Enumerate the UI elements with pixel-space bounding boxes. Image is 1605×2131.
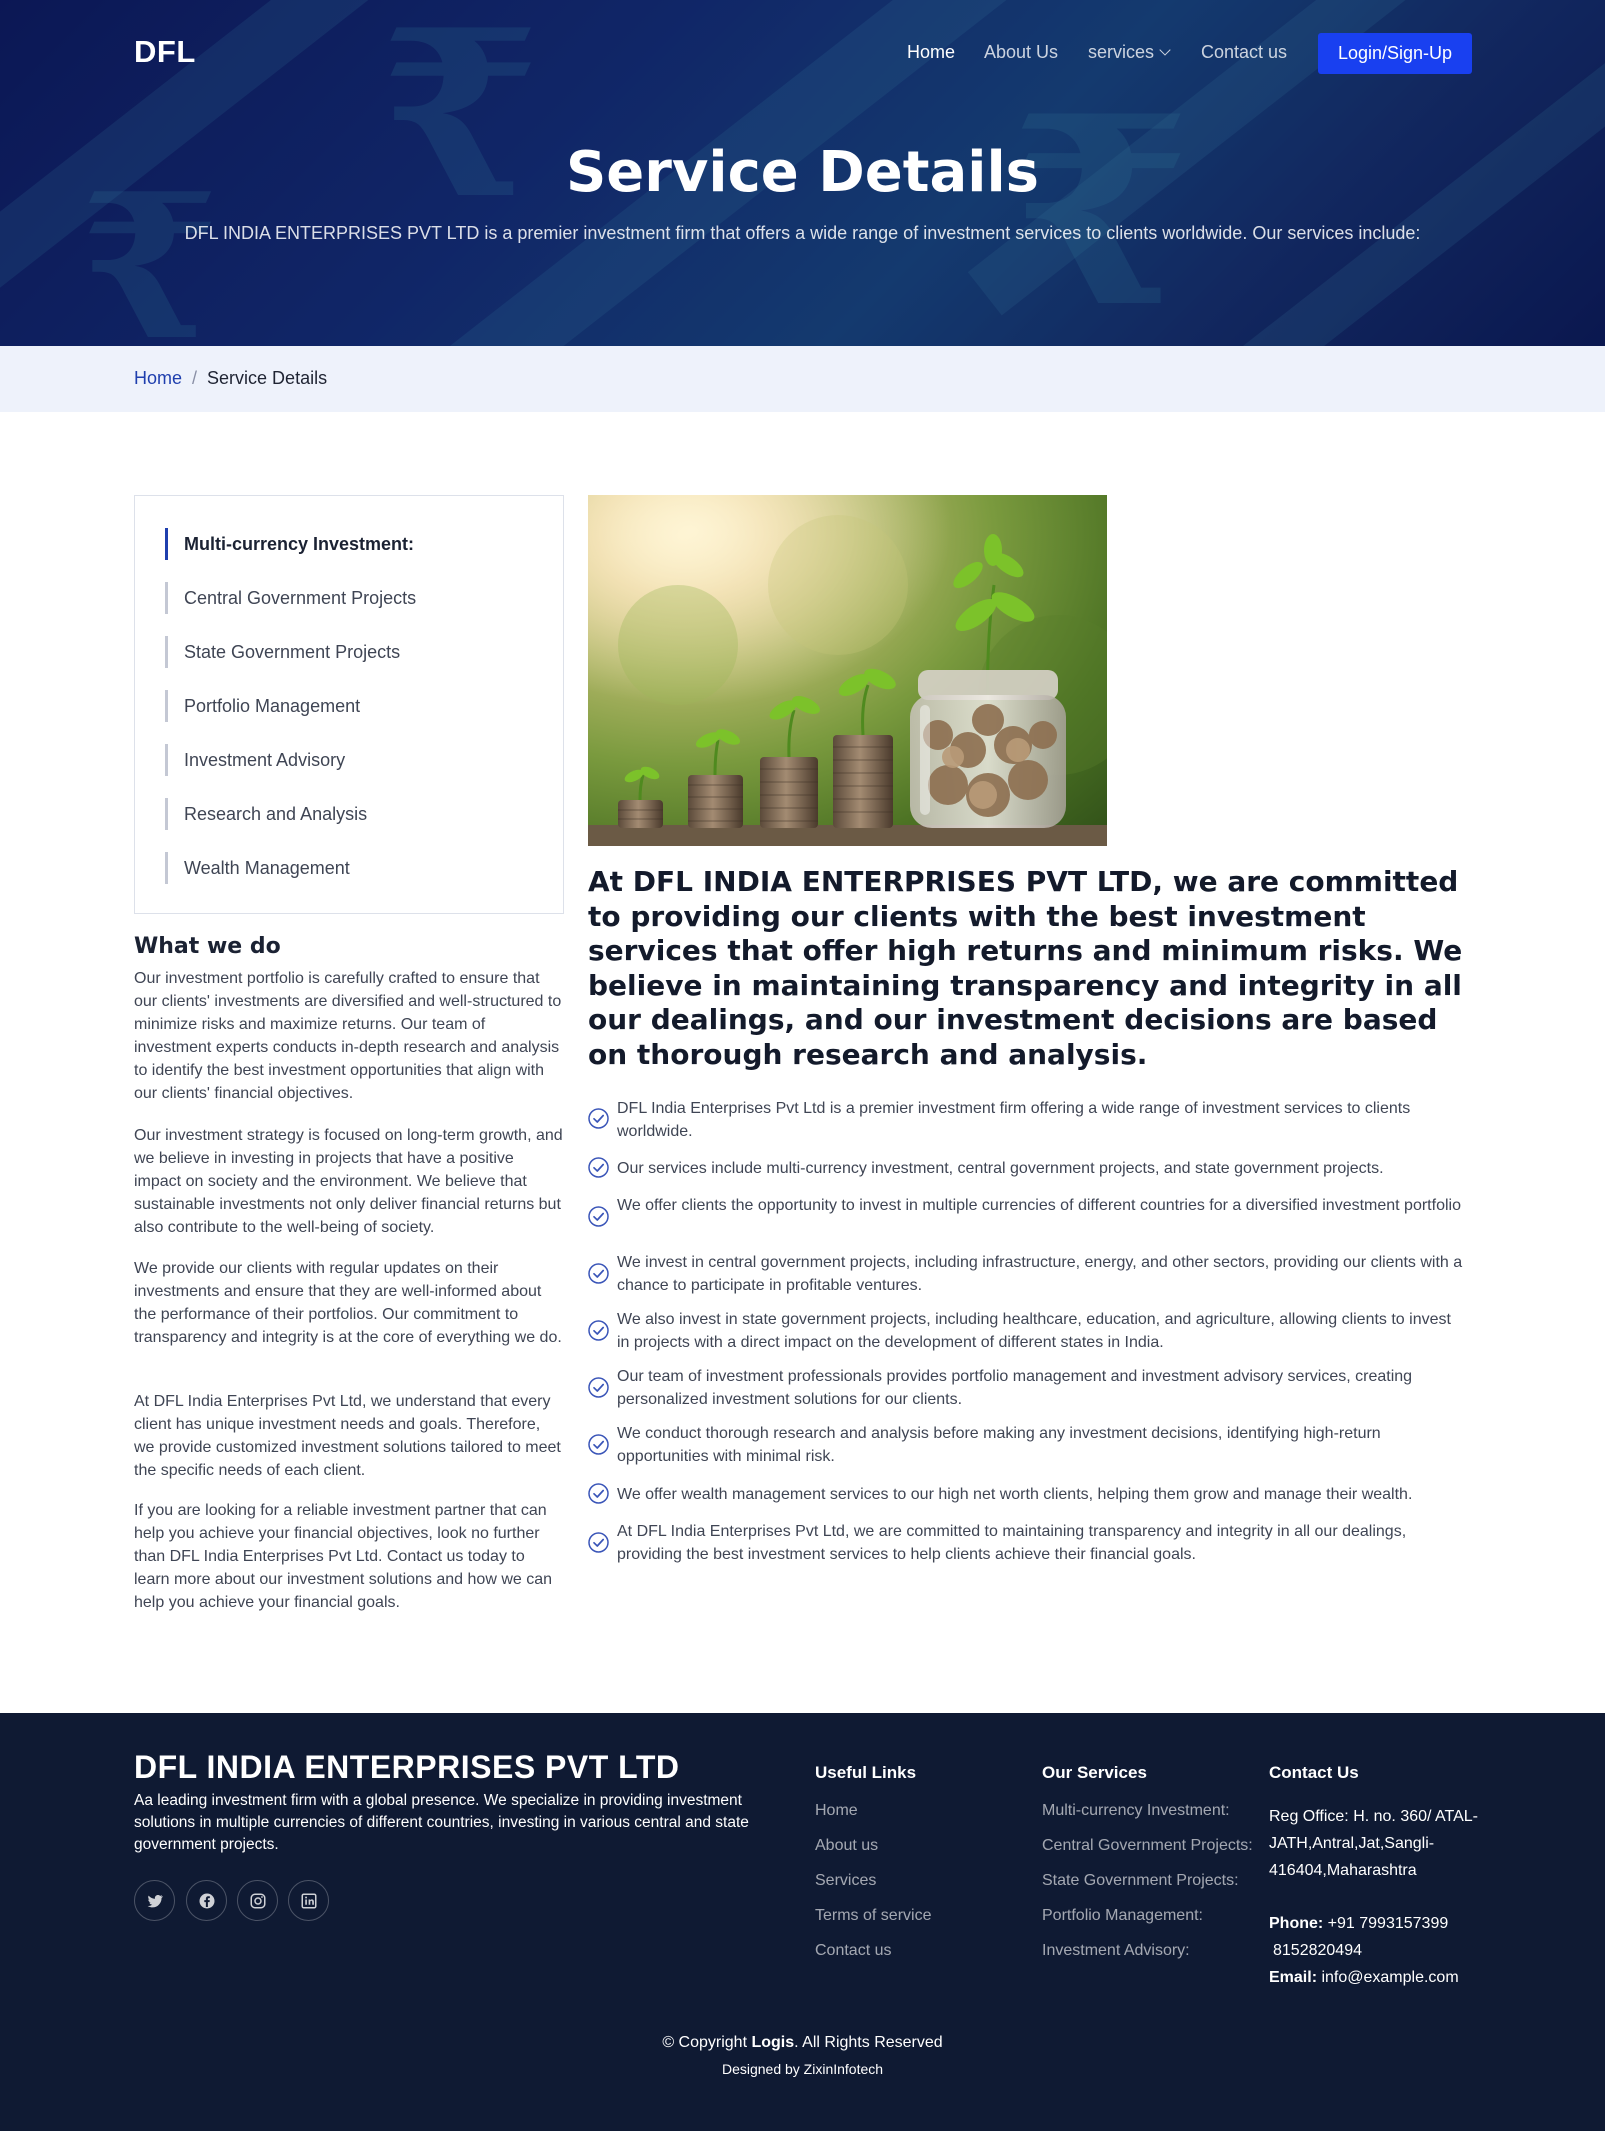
linkedin-icon [301, 1893, 317, 1909]
footer-link-contact-us[interactable]: Contact us [815, 1942, 891, 1960]
coins-plant-image [588, 495, 1107, 846]
sidebar-item-research-and-analysis[interactable]: Research and Analysis [165, 798, 367, 830]
services-sidebar: Multi-currency Investment: Central Gover… [134, 495, 564, 914]
list-item: We offer wealth management services to o… [588, 1483, 1478, 1506]
phone-number-1[interactable]: +91 7993157399 [1328, 1915, 1449, 1932]
facebook-icon [199, 1893, 215, 1909]
breadcrumb: Home / Service Details [0, 346, 1605, 412]
sidebar-item-portfolio-management[interactable]: Portfolio Management [165, 690, 360, 722]
page-subtitle: DFL INDIA ENTERPRISES PVT LTD is a premi… [184, 223, 1421, 243]
copyright-prefix: © Copyright [662, 2034, 748, 2051]
list-item: We invest in central government projects… [588, 1251, 1478, 1297]
facebook-link[interactable] [186, 1880, 227, 1921]
list-item-text: We invest in central government projects… [617, 1254, 1463, 1294]
list-item: At DFL India Enterprises Pvt Ltd, we are… [588, 1520, 1478, 1566]
list-item-text: Our services include multi-currency inve… [617, 1160, 1384, 1177]
hero-banner: ₹ ₹ ₹ DFL Home About Us services Contact… [0, 0, 1605, 346]
footer-service-multi-currency[interactable]: Multi-currency Investment: [1042, 1802, 1230, 1820]
list-item-text: We offer clients the opportunity to inve… [617, 1197, 1461, 1214]
contact-us-heading: Contact Us [1269, 1763, 1359, 1782]
footer-link-services[interactable]: Services [815, 1872, 876, 1890]
check-circle-icon [588, 1263, 609, 1284]
list-item-text: We also invest in state government proje… [617, 1311, 1451, 1351]
copyright-text: © Copyright Logis. All Rights Reserved [0, 2034, 1605, 2052]
list-item-text: Our team of investment professionals pro… [617, 1368, 1413, 1408]
breadcrumb-trail: Home / Service Details [134, 368, 327, 389]
footer-service-state-government[interactable]: State Government Projects: [1042, 1872, 1239, 1890]
login-signup-button[interactable]: Login/Sign-Up [1318, 33, 1472, 74]
site-footer: DFL INDIA ENTERPRISES PVT LTD Aa leading… [0, 1713, 1605, 2131]
nav-home[interactable]: Home [907, 42, 955, 63]
sidebar-item-investment-advisory[interactable]: Investment Advisory [165, 744, 345, 776]
list-item: We offer clients the opportunity to inve… [588, 1194, 1478, 1240]
useful-links-heading: Useful Links [815, 1763, 917, 1782]
contact-phone: Phone: +91 7993157399 8152820494 Email: … [1269, 1910, 1459, 1991]
footer-description: Aa leading investment firm with a global… [134, 1792, 749, 1853]
check-circle-icon [588, 1532, 609, 1553]
instagram-link[interactable] [237, 1880, 278, 1921]
what-we-do-paragraph: We provide our clients with regular upda… [134, 1260, 562, 1346]
designed-by-credit[interactable]: Designed by ZixinInfotech [0, 2061, 1605, 2077]
sidebar-item-central-government-projects[interactable]: Central Government Projects [165, 582, 416, 614]
sidebar-item-wealth-management[interactable]: Wealth Management [165, 852, 350, 884]
address-line: 416404,Maharashtra [1269, 1862, 1417, 1879]
breadcrumb-home-link[interactable]: Home [134, 368, 182, 388]
check-circle-icon [588, 1108, 609, 1129]
list-item: We also invest in state government proje… [588, 1308, 1478, 1354]
copyright-suffix: . All Rights Reserved [794, 2034, 943, 2051]
list-item: DFL India Enterprises Pvt Ltd is a premi… [588, 1097, 1478, 1143]
nav-services[interactable]: services [1088, 42, 1171, 63]
sidebar-item-multi-currency-investment[interactable]: Multi-currency Investment: [165, 528, 414, 560]
list-item-text: At DFL India Enterprises Pvt Ltd, we are… [617, 1523, 1407, 1563]
our-services-heading: Our Services [1042, 1763, 1147, 1782]
footer-service-investment-advisory[interactable]: Investment Advisory: [1042, 1942, 1190, 1960]
address-line: JATH,Antral,Jat,Sangli- [1269, 1835, 1435, 1852]
footer-link-home[interactable]: Home [815, 1802, 858, 1820]
check-circle-icon [588, 1206, 609, 1227]
check-circle-icon [588, 1157, 609, 1178]
check-circle-icon [588, 1377, 609, 1398]
list-item: We conduct thorough research and analysi… [588, 1422, 1478, 1468]
list-item-text: DFL India Enterprises Pvt Ltd is a premi… [617, 1100, 1411, 1140]
nav-services-label: services [1088, 42, 1155, 62]
nav-contact-us[interactable]: Contact us [1201, 42, 1287, 63]
email-address[interactable]: info@example.com [1321, 1969, 1458, 1986]
phone-number-2[interactable]: 8152820494 [1273, 1942, 1362, 1959]
address-line: Reg Office: H. no. 360/ ATAL- [1269, 1808, 1478, 1825]
what-we-do-paragraph: At DFL India Enterprises Pvt Ltd, we und… [134, 1393, 561, 1479]
chevron-down-icon [1159, 44, 1171, 56]
breadcrumb-current: Service Details [207, 368, 328, 388]
list-item-text: We conduct thorough research and analysi… [617, 1425, 1381, 1465]
check-circle-icon [588, 1483, 609, 1504]
footer-service-portfolio-management[interactable]: Portfolio Management: [1042, 1907, 1203, 1925]
list-item-text: We offer wealth management services to o… [617, 1486, 1413, 1503]
reg-office-address: Reg Office: H. no. 360/ ATAL- JATH,Antra… [1269, 1803, 1478, 1884]
page-title: Service Details [565, 140, 1040, 205]
list-item: Our services include multi-currency inve… [588, 1157, 1478, 1180]
twitter-link[interactable] [134, 1880, 175, 1921]
email-label: Email: [1269, 1969, 1318, 1986]
what-we-do-paragraph: If you are looking for a reliable invest… [134, 1502, 553, 1611]
copyright-brand: Logis [751, 2034, 795, 2051]
phone-label: Phone: [1269, 1915, 1324, 1932]
footer-link-terms-of-service[interactable]: Terms of service [815, 1907, 931, 1925]
footer-link-about-us[interactable]: About us [815, 1837, 878, 1855]
what-we-do-paragraph: Our investment portfolio is carefully cr… [134, 970, 562, 1102]
footer-brand: DFL INDIA ENTERPRISES PVT LTD [134, 1749, 680, 1785]
breadcrumb-separator: / [192, 368, 198, 388]
twitter-icon [147, 1894, 164, 1908]
check-circle-icon [588, 1434, 609, 1455]
list-item: Our team of investment professionals pro… [588, 1365, 1478, 1411]
linkedin-link[interactable] [288, 1880, 329, 1921]
what-we-do-paragraph: Our investment strategy is focused on lo… [134, 1127, 563, 1236]
sidebar-item-state-government-projects[interactable]: State Government Projects [165, 636, 400, 668]
instagram-icon [250, 1893, 266, 1909]
footer-service-central-government[interactable]: Central Government Projects: [1042, 1837, 1253, 1855]
nav-about-us[interactable]: About Us [984, 42, 1058, 63]
coins-plant-illustration [588, 495, 1107, 846]
main-heading: At DFL INDIA ENTERPRISES PVT LTD, we are… [588, 865, 1463, 1071]
what-we-do-heading: What we do [134, 934, 281, 959]
check-circle-icon [588, 1320, 609, 1341]
